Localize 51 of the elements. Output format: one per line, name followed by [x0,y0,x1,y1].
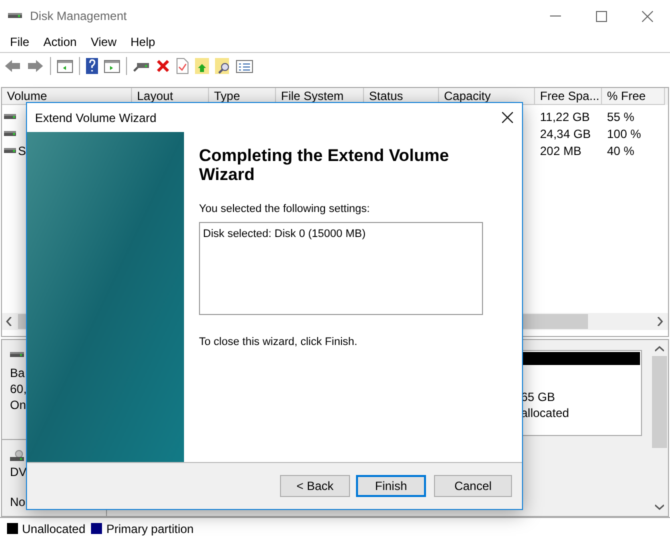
table-cell: 100 % [607,126,642,140]
dialog-button[interactable]: Finish [356,475,426,497]
forward-arrow-icon[interactable] [27,58,44,74]
drive-icon [10,350,24,359]
dialog-title: Extend Volume Wizard [35,110,156,126]
table-cell-text: S [18,142,26,160]
table-cell: 202 MB [540,144,582,158]
table-cell: 24,34 GB [540,126,591,140]
table-cell: 40 % [607,144,634,158]
settings-text: Disk selected: Disk 0 (15000 MB) [203,228,366,240]
window-title: Disk Management [30,8,127,25]
drive-icon [4,112,16,121]
settings-label: You selected the following settings: [199,202,371,217]
disk-label: On [10,397,28,413]
delete-icon[interactable] [156,59,170,73]
disk-label: Ba [10,365,26,381]
table-cell: 55 % [607,110,634,124]
window-icon[interactable] [57,58,73,74]
scroll-up-icon[interactable] [655,346,664,352]
menu-item[interactable]: File [3,33,36,51]
disk-label: 60, [10,381,28,397]
column-header[interactable]: Free Spa... [535,88,602,105]
legend-label: Primary partition [106,520,194,538]
help-icon[interactable] [86,58,98,74]
optical-drive-icon [10,450,24,462]
dialog-button[interactable]: < Back [280,475,350,497]
disk-label: DV [10,464,28,480]
scroll-left-icon[interactable] [6,317,12,326]
drive-icon [8,11,24,21]
legend-label: Unallocated [22,520,86,538]
properties-list-icon[interactable] [236,58,253,74]
folder-search-icon[interactable] [215,58,230,74]
drive-icon [4,146,16,155]
maximize-icon[interactable] [596,10,606,22]
menu-item[interactable]: View [84,33,124,51]
closing-instructions: To close this wizard, click Finish. [199,334,358,350]
partition-label: allocated [521,405,570,421]
drive-icon [4,129,16,138]
table-cell: 11,22 GB [540,110,590,124]
back-arrow-icon[interactable] [4,58,21,74]
scroll-down-icon[interactable] [655,504,664,510]
menu-item[interactable]: Action [36,33,84,51]
close-icon[interactable] [502,112,513,123]
window-icon[interactable] [104,58,120,74]
checklist-icon[interactable] [176,58,189,74]
menu-item[interactable]: Help [124,33,162,51]
scroll-right-icon[interactable] [657,317,663,326]
column-header[interactable]: % Free [602,88,665,105]
wizard-heading: Completing the Extend Volume Wizard [199,146,450,184]
disk-label: No [10,494,26,510]
dialog-button[interactable]: Cancel [434,475,512,497]
